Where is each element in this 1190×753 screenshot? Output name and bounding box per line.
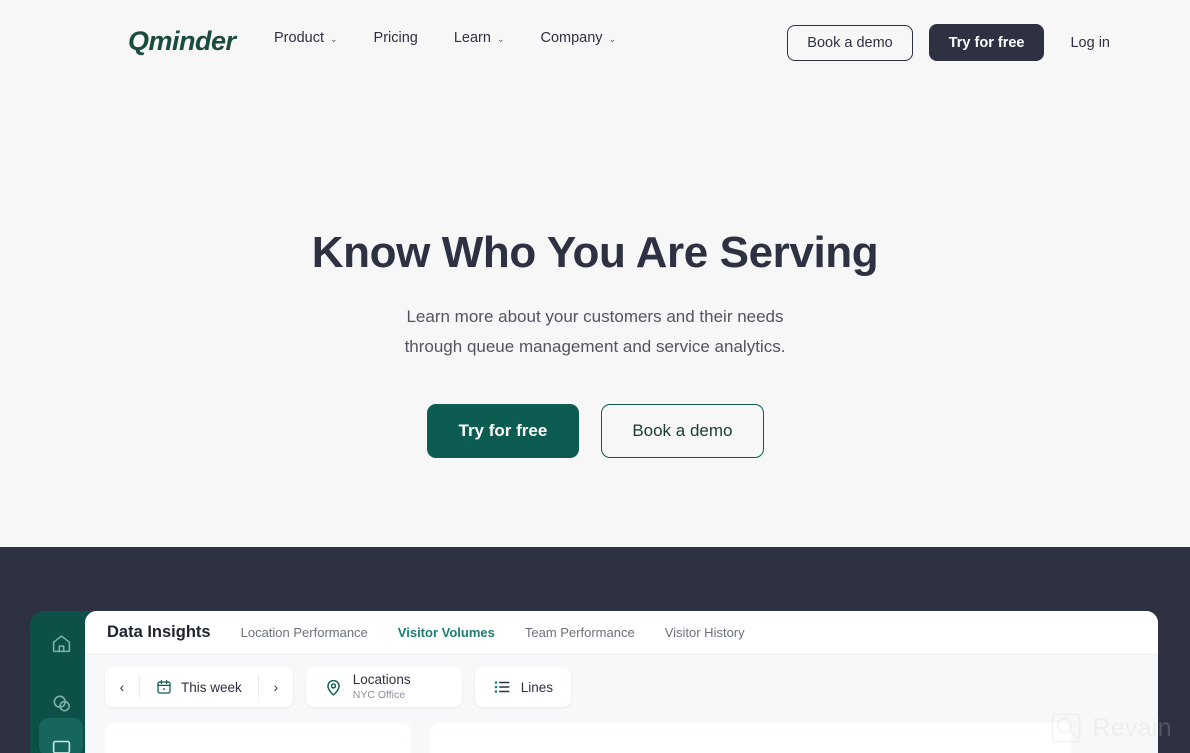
date-range-control: ‹ This week ›	[105, 667, 293, 707]
nav-actions: Book a demo Try for free Log in	[787, 24, 1110, 61]
previous-period-button[interactable]: ‹	[105, 667, 139, 707]
nav-item-pricing-label: Pricing	[373, 30, 418, 46]
nav-item-pricing[interactable]: Pricing	[374, 30, 418, 46]
sidebar-item-analytics[interactable]	[39, 718, 83, 753]
tab-visitor-volumes[interactable]: Visitor Volumes	[398, 625, 495, 640]
nav-login-link[interactable]: Log in	[1070, 35, 1110, 51]
main-nav: Product ⌄ Pricing Learn ⌄ Company ⌄	[274, 30, 616, 46]
tab-location-performance[interactable]: Location Performance	[241, 625, 368, 640]
lines-label: Lines	[520, 679, 554, 695]
hero-subtitle-line-2: through queue management and service ana…	[404, 337, 786, 356]
sidebar-item-messages[interactable]	[45, 687, 77, 719]
lines-selector[interactable]: Lines	[475, 667, 571, 707]
card-tabs: Location Performance Visitor Volumes Tea…	[241, 625, 745, 640]
locations-control: Locations NYC Office	[305, 667, 462, 707]
nav-book-demo-button[interactable]: Book a demo	[787, 24, 913, 61]
chat-icon	[53, 695, 70, 711]
locations-text: Locations NYC Office	[353, 672, 411, 702]
nav-item-learn-label: Learn	[453, 30, 491, 46]
card-title: Data Insights	[107, 623, 211, 641]
hero-section: Know Who You Are Serving Learn more abou…	[0, 82, 1190, 547]
chevron-down-icon: ⌄	[496, 33, 505, 44]
app-sidebar	[30, 611, 92, 753]
page-title: Know Who You Are Serving	[311, 228, 879, 277]
top-navbar: Qminder Product ⌄ Pricing Learn ⌄ Compan…	[0, 0, 1190, 82]
card-body: ‹ This week › Locations NYC Office Lines	[85, 655, 1158, 753]
chevron-down-icon: ⌄	[329, 33, 338, 44]
panel-left	[105, 723, 411, 753]
locations-value: NYC Office	[352, 688, 406, 701]
qminder-logo[interactable]: Qminder	[128, 26, 236, 57]
hero-try-for-free-button[interactable]: Try for free	[426, 404, 580, 458]
hero-subtitle-line-1: Learn more about your customers and thei…	[406, 307, 784, 326]
list-icon	[494, 681, 510, 693]
data-insights-card: Data Insights Location Performance Visit…	[85, 611, 1158, 753]
nav-try-for-free-button[interactable]: Try for free	[928, 24, 1045, 61]
sidebar-item-home[interactable]	[45, 627, 77, 659]
nav-item-product[interactable]: Product ⌄	[274, 30, 338, 46]
hero-subtitle: Learn more about your customers and thei…	[0, 302, 1190, 362]
nav-item-product-label: Product	[274, 30, 324, 46]
tab-team-performance[interactable]: Team Performance	[525, 625, 635, 640]
locations-label: Locations	[352, 672, 411, 687]
location-pin-icon	[327, 679, 340, 696]
tab-visitor-history[interactable]: Visitor History	[665, 625, 745, 640]
home-icon	[52, 634, 70, 652]
analytics-icon	[52, 740, 71, 753]
hero-cta-group: Try for free Book a demo	[0, 404, 1190, 458]
chart-panels	[105, 723, 1071, 753]
nav-item-learn[interactable]: Learn ⌄	[454, 30, 505, 46]
panel-right	[431, 723, 1071, 753]
page-root: Qminder Product ⌄ Pricing Learn ⌄ Compan…	[0, 0, 1190, 753]
date-range-selector[interactable]: This week	[140, 667, 258, 707]
lines-control: Lines	[474, 667, 572, 707]
next-period-button[interactable]: ›	[259, 667, 293, 707]
filters-toolbar: ‹ This week › Locations NYC Office Lines	[105, 667, 1138, 707]
nav-item-company-label: Company	[540, 30, 603, 46]
date-range-label: This week	[181, 679, 242, 695]
hero-book-demo-button[interactable]: Book a demo	[601, 404, 764, 458]
chevron-down-icon: ⌄	[608, 33, 617, 44]
locations-selector[interactable]: Locations NYC Office	[306, 667, 462, 707]
nav-item-company[interactable]: Company ⌄	[541, 30, 617, 46]
calendar-icon	[157, 680, 171, 694]
card-header: Data Insights Location Performance Visit…	[85, 611, 1158, 655]
